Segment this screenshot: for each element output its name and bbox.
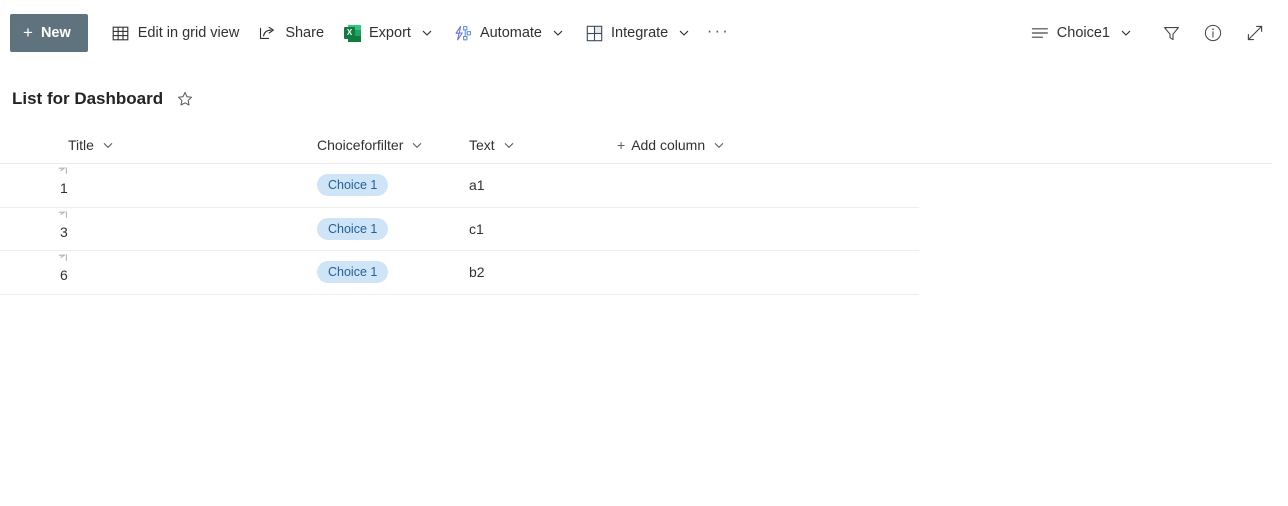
edit-in-grid-view-button[interactable]: Edit in grid view	[102, 13, 250, 53]
view-selector-button[interactable]: Choice1	[1022, 13, 1142, 53]
plus-icon: +	[23, 23, 33, 42]
new-button-label: New	[40, 25, 71, 41]
chevron-down-icon	[410, 138, 424, 152]
export-label: Export	[369, 24, 411, 41]
cell-title[interactable]: 6	[12, 251, 309, 294]
grid-header-row: Title Choiceforfilter Text + Add column	[0, 126, 1272, 164]
filter-button[interactable]	[1150, 13, 1192, 53]
column-header-text[interactable]: Text	[461, 129, 524, 161]
cell-text[interactable]: c1	[461, 208, 609, 251]
automate-label: Automate	[479, 24, 543, 41]
cell-title-value: 6	[60, 267, 68, 284]
cell-choiceforfilter[interactable]: Choice 1	[309, 164, 461, 207]
cell-text[interactable]: b2	[461, 251, 609, 294]
list-view-icon	[1031, 25, 1049, 41]
favorite-button[interactable]	[173, 87, 197, 111]
chevron-down-icon	[677, 26, 691, 40]
info-icon	[1203, 23, 1223, 43]
share-icon	[259, 24, 277, 42]
expand-button[interactable]	[1234, 13, 1276, 53]
integrate-button[interactable]: Integrate	[575, 13, 701, 53]
integrate-icon	[585, 24, 603, 42]
info-button[interactable]	[1192, 13, 1234, 53]
chevron-down-icon	[101, 138, 115, 152]
add-column-label: Add column	[631, 136, 706, 153]
command-bar-right-group: Choice1	[1022, 13, 1276, 53]
expand-diagonal-icon	[1245, 23, 1265, 43]
open-item-icon	[58, 211, 70, 221]
chevron-down-icon	[712, 138, 726, 152]
grid-icon	[112, 24, 130, 42]
table-row[interactable]: 6 Choice 1 b2	[0, 251, 919, 295]
page-title-row: List for Dashboard	[0, 66, 1288, 112]
grid-body: 1 Choice 1 a1 3 Choice 1 c1 6 Choice 1 b…	[0, 164, 919, 295]
view-selector-label: Choice1	[1056, 25, 1110, 41]
command-bar-left-group: + New Edit in grid view Share X Export A…	[10, 13, 1022, 53]
item-open-link[interactable]: 1	[58, 167, 68, 197]
chevron-down-icon	[502, 138, 516, 152]
chevron-down-icon	[551, 26, 565, 40]
cell-text[interactable]: a1	[461, 164, 609, 207]
open-item-icon	[58, 254, 70, 264]
integrate-label: Integrate	[611, 24, 669, 41]
share-button[interactable]: Share	[249, 13, 334, 53]
item-open-link[interactable]: 6	[58, 254, 68, 284]
cell-choiceforfilter[interactable]: Choice 1	[309, 208, 461, 251]
share-label: Share	[285, 24, 325, 41]
automate-icon	[454, 24, 472, 42]
choice-pill: Choice 1	[317, 261, 389, 284]
add-column-wrap: + Add column	[609, 129, 734, 161]
column-header-title[interactable]: Title	[60, 129, 123, 161]
choice-pill: Choice 1	[317, 174, 389, 197]
column-header-text-wrap: Text	[461, 129, 609, 161]
chevron-down-icon	[1119, 26, 1133, 40]
choice-pill: Choice 1	[317, 217, 389, 240]
cell-title-value: 1	[60, 180, 68, 197]
cell-title-value: 3	[60, 223, 68, 240]
add-column-button[interactable]: + Add column	[609, 129, 734, 161]
column-header-title-label: Title	[68, 136, 94, 153]
column-header-text-label: Text	[469, 136, 495, 153]
list-grid: Title Choiceforfilter Text + Add column …	[0, 126, 1288, 295]
page-title: List for Dashboard	[12, 88, 164, 108]
item-open-link[interactable]: 3	[58, 211, 68, 240]
cell-title[interactable]: 1	[12, 164, 309, 207]
command-bar: + New Edit in grid view Share X Export A…	[0, 0, 1288, 66]
table-row[interactable]: 1 Choice 1 a1	[0, 164, 919, 208]
automate-button[interactable]: Automate	[444, 13, 575, 53]
ellipsis-icon[interactable]: ···	[701, 15, 735, 51]
table-row[interactable]: 3 Choice 1 c1	[0, 208, 919, 251]
edit-in-grid-view-label: Edit in grid view	[137, 24, 240, 41]
filter-icon	[1162, 24, 1181, 43]
column-header-choiceforfilter-label: Choiceforfilter	[317, 136, 404, 153]
cell-choiceforfilter[interactable]: Choice 1	[309, 251, 461, 294]
plus-icon: +	[617, 136, 626, 153]
export-button[interactable]: X Export	[334, 13, 444, 53]
column-header-choiceforfilter[interactable]: Choiceforfilter	[309, 129, 432, 161]
star-icon	[177, 91, 193, 107]
chevron-down-icon	[420, 26, 434, 40]
excel-icon: X	[344, 24, 362, 42]
column-header-title-wrap: Title	[12, 129, 309, 161]
new-button[interactable]: + New	[10, 14, 88, 52]
open-item-icon	[58, 167, 70, 177]
cell-title[interactable]: 3	[12, 208, 309, 251]
column-header-choiceforfilter-wrap: Choiceforfilter	[309, 129, 461, 161]
